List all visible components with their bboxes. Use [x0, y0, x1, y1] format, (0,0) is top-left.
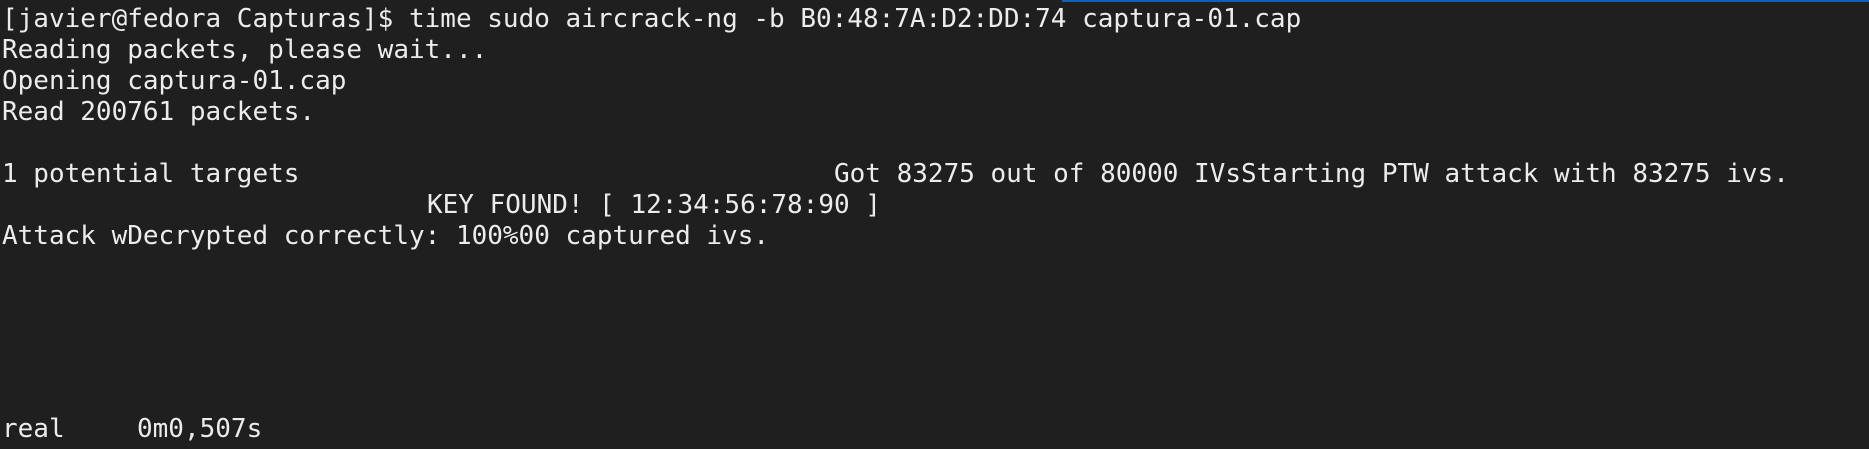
- terminal-window[interactable]: [javier@fedora Capturas]$ time sudo airc…: [0, 0, 1869, 449]
- output-decrypted: Attack wDecrypted correctly: 100%00 capt…: [2, 221, 770, 251]
- command-text: time sudo aircrack-ng -b B0:48:7A:D2:DD:…: [409, 4, 1302, 34]
- time-real-value: 0m0,507s: [137, 414, 263, 444]
- time-real-label: real: [2, 414, 65, 444]
- output-read-count: Read 200761 packets.: [2, 97, 316, 127]
- output-potential-targets: 1 potential targets: [2, 159, 300, 189]
- shell-prompt: [javier@fedora Capturas]$: [2, 4, 409, 34]
- output-ivs-status: Got 83275 out of 80000 IVsStarting PTW a…: [834, 159, 1789, 189]
